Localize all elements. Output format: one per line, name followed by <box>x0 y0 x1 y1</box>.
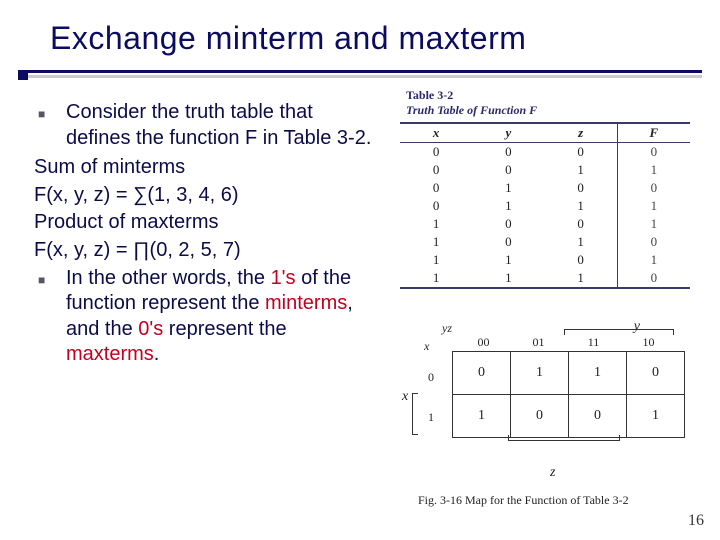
cell: 0 <box>472 161 544 179</box>
th-F: F <box>618 124 690 142</box>
cell: 1 <box>618 161 690 179</box>
th-z: z <box>545 124 618 142</box>
cell: 1 <box>618 197 690 215</box>
kmap-x-bracket-icon <box>412 393 418 435</box>
cell: 0 <box>472 233 544 251</box>
bullet-1: ■ Consider the truth table that defines … <box>30 100 375 151</box>
cell: 0 <box>400 179 472 197</box>
table-number: Table 3-2 <box>406 88 705 103</box>
kmap-cell: 0 <box>511 395 569 438</box>
cell: 1 <box>472 179 544 197</box>
table-row: 0111 <box>400 197 690 215</box>
figures-right: Table 3-2 Truth Table of Function F x y … <box>400 88 705 508</box>
cell: 1 <box>545 233 618 251</box>
kmap: y x z yz x 00 01 11 10 0 1 0 1 1 <box>400 317 690 477</box>
cell: 0 <box>545 143 618 161</box>
cell: 0 <box>545 251 618 269</box>
cell: 1 <box>400 269 472 287</box>
table-row: 1110 <box>400 269 690 287</box>
cell: 1 <box>618 251 690 269</box>
cell: 1 <box>545 197 618 215</box>
emph-maxterms: maxterms <box>66 343 154 365</box>
cell: 1 <box>472 269 544 287</box>
cell: 0 <box>618 179 690 197</box>
kmap-yz-label: yz <box>442 321 452 336</box>
title-area: Exchange minterm and maxterm <box>50 20 690 57</box>
page-number: 16 <box>688 512 704 530</box>
kmap-cell: 1 <box>511 352 569 395</box>
cell: 0 <box>400 161 472 179</box>
bullet-icon: ■ <box>30 100 66 151</box>
cell: 0 <box>618 269 690 287</box>
col-label: 10 <box>621 335 676 350</box>
cell: 1 <box>400 215 472 233</box>
cell: 1 <box>545 161 618 179</box>
line-minterms-formula: F(x, y, z) = ∑(1, 3, 4, 6) <box>34 183 375 209</box>
cell: 0 <box>472 215 544 233</box>
kmap-caption: Fig. 3-16 Map for the Function of Table … <box>418 493 705 508</box>
emph-zeros: 0's <box>138 318 163 340</box>
line-maxterms-formula: F(x, y, z) = ∏(0, 2, 5, 7) <box>34 238 375 264</box>
bullet-2: ■ In the other words, the 1's of the fun… <box>30 266 375 368</box>
cell: 1 <box>472 251 544 269</box>
cell: 0 <box>618 233 690 251</box>
cell: 1 <box>472 197 544 215</box>
truth-table: x y z F 0000 0011 0100 0111 1001 1010 11… <box>400 122 690 289</box>
kmap-cell: 0 <box>453 352 511 395</box>
row-label: 0 <box>428 357 434 397</box>
kmap-row-labels: 0 1 <box>428 357 434 437</box>
col-label: 11 <box>566 335 621 350</box>
line-sum-of-minterms: Sum of minterms <box>34 155 375 181</box>
cell: 0 <box>545 215 618 233</box>
cell: 0 <box>400 143 472 161</box>
th-x: x <box>400 124 472 142</box>
cell: 1 <box>400 233 472 251</box>
slide-title: Exchange minterm and maxterm <box>50 20 690 57</box>
cell: 1 <box>618 215 690 233</box>
kmap-col-labels: 00 01 11 10 <box>456 335 676 350</box>
kmap-cell: 1 <box>569 352 627 395</box>
bullet-icon: ■ <box>30 266 66 368</box>
cell: 0 <box>618 143 690 161</box>
th-y: y <box>472 124 544 142</box>
kmap-cell: 1 <box>627 395 685 438</box>
line-product-of-maxterms: Product of maxterms <box>34 210 375 236</box>
kmap-cell: 0 <box>569 395 627 438</box>
col-label: 00 <box>456 335 511 350</box>
kmap-cell: 1 <box>453 395 511 438</box>
col-label: 01 <box>511 335 566 350</box>
body-text: ■ Consider the truth table that defines … <box>30 100 375 372</box>
title-underline <box>18 70 702 73</box>
cell: 0 <box>545 179 618 197</box>
kmap-grid: 0 1 1 0 1 0 0 1 <box>452 351 685 438</box>
table-row: 0000 <box>400 143 690 161</box>
table-row: 1101 <box>400 251 690 269</box>
slide: Exchange minterm and maxterm ■ Consider … <box>0 0 720 540</box>
emph-minterms: minterms <box>265 292 347 314</box>
t: In the other words, the <box>66 267 271 289</box>
table-row: 0100 <box>400 179 690 197</box>
title-square-icon <box>18 70 28 80</box>
cell: 1 <box>400 251 472 269</box>
table-row: 0011 <box>400 161 690 179</box>
kmap-z-label: z <box>550 465 555 481</box>
bullet-1-text: Consider the truth table that defines th… <box>66 100 375 151</box>
kmap-row: 0 1 1 0 <box>453 352 685 395</box>
kmap-x-head-label: x <box>424 339 429 354</box>
cell: 0 <box>400 197 472 215</box>
table-row: 1010 <box>400 233 690 251</box>
truth-table-header: x y z F <box>400 124 690 143</box>
bullet-2-text: In the other words, the 1's of the funct… <box>66 266 375 368</box>
emph-ones: 1's <box>271 267 296 289</box>
kmap-cell: 0 <box>627 352 685 395</box>
table-caption: Truth Table of Function F <box>406 103 705 118</box>
kmap-x-label: x <box>402 389 408 405</box>
kmap-row: 1 0 0 1 <box>453 395 685 438</box>
t: . <box>154 343 160 365</box>
cell: 1 <box>545 269 618 287</box>
t: represent the <box>163 318 286 340</box>
cell: 0 <box>472 143 544 161</box>
table-row: 1001 <box>400 215 690 233</box>
row-label: 1 <box>428 397 434 437</box>
